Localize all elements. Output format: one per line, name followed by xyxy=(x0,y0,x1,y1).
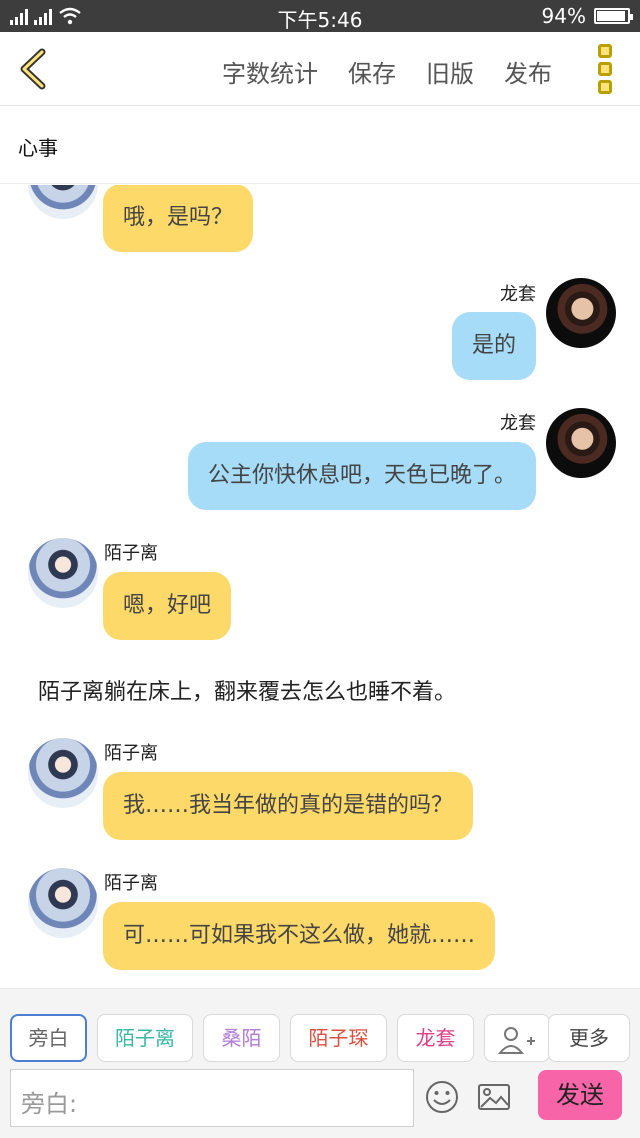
editor-toolbar: 字数统计 保存 旧版 发布 xyxy=(0,32,640,106)
add-user-icon[interactable] xyxy=(484,1014,550,1062)
more-button[interactable]: 更多 xyxy=(548,1014,630,1062)
role-chip-narrator[interactable]: 旁白 xyxy=(10,1014,87,1062)
message-bubble[interactable]: 是的 xyxy=(451,312,536,380)
avatar-girl[interactable] xyxy=(28,738,98,808)
battery-percent: 94% xyxy=(541,4,586,28)
more-vertical-icon[interactable] xyxy=(598,44,614,94)
save-button[interactable]: 保存 xyxy=(348,54,396,89)
smiley-icon[interactable] xyxy=(424,1079,460,1115)
send-button[interactable]: 发送 xyxy=(538,1070,622,1120)
sender-name: 陌子离 xyxy=(104,873,158,894)
composer-panel: 旁白 陌子离 桑陌 陌子琛 龙套 更多 旁白: 发送 xyxy=(0,988,640,1138)
chapter-title-bar: 心事 xyxy=(0,106,640,184)
message-bubble[interactable]: 可……可如果我不这么做，她就…… xyxy=(103,902,496,970)
chapter-title[interactable]: 心事 xyxy=(18,132,58,161)
role-chip-sangmo[interactable]: 桑陌 xyxy=(203,1014,280,1062)
battery-icon xyxy=(594,8,633,24)
word-count-button[interactable]: 字数统计 xyxy=(222,54,318,89)
sender-name: 陌子离 xyxy=(104,743,158,764)
sender-name: 陌子离 xyxy=(104,543,158,564)
message-bubble[interactable]: 我……我当年做的真的是错的吗？ xyxy=(103,772,474,840)
avatar-girl[interactable] xyxy=(28,538,98,608)
sender-name: 龙套 xyxy=(500,413,536,434)
narration-text[interactable]: 陌子离躺在床上，翻来覆去怎么也睡不着。 xyxy=(38,674,456,706)
role-chip-longtao[interactable]: 龙套 xyxy=(397,1014,474,1062)
avatar-boy[interactable] xyxy=(546,408,616,478)
chat-area: 哦，是吗？ 龙套 是的 龙套 公主你快休息吧，天色已晚了。 陌子离 嗯，好吧 陌… xyxy=(0,185,640,988)
sender-name: 龙套 xyxy=(500,284,536,305)
message-bubble[interactable]: 嗯，好吧 xyxy=(103,572,232,640)
message-input[interactable]: 旁白: xyxy=(10,1069,414,1127)
avatar-boy[interactable] xyxy=(546,278,616,348)
old-version-button[interactable]: 旧版 xyxy=(426,54,474,89)
avatar-girl[interactable] xyxy=(28,868,98,938)
toolbar-actions: 字数统计 保存 旧版 发布 xyxy=(222,54,552,89)
role-chip-mozichen[interactable]: 陌子琛 xyxy=(290,1014,387,1062)
chevron-left-icon[interactable] xyxy=(14,46,54,92)
message-bubble[interactable]: 公主你快休息吧，天色已晚了。 xyxy=(187,442,536,510)
publish-button[interactable]: 发布 xyxy=(504,54,552,89)
image-icon[interactable] xyxy=(476,1079,512,1115)
message-bubble[interactable]: 哦，是吗？ xyxy=(103,185,254,252)
role-chip-mozili[interactable]: 陌子离 xyxy=(97,1014,193,1062)
avatar-girl[interactable] xyxy=(28,185,98,219)
status-bar: 下午5:46 94% xyxy=(0,0,640,32)
